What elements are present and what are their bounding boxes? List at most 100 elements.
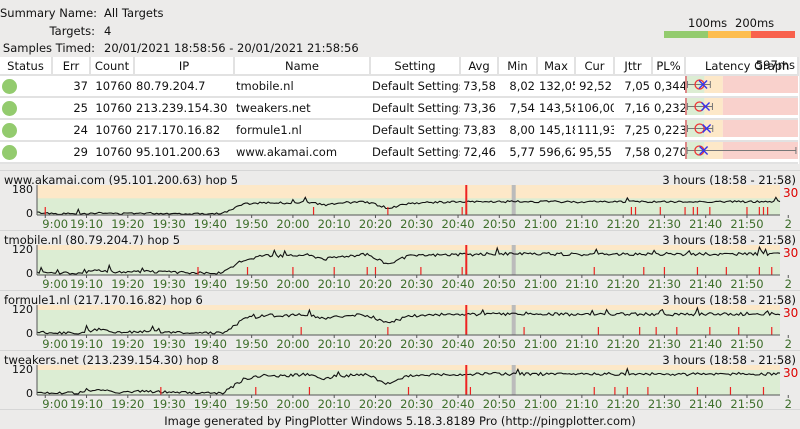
x-tick-label: 19:30 (153, 277, 186, 291)
col-setting[interactable]: Setting (370, 57, 461, 76)
gap-marker (511, 245, 516, 275)
latency-chart[interactable]: 1200309:00 19:10 19:20 19:30 19:40 19:50 20:00… (0, 351, 800, 411)
gap-marker (511, 305, 516, 335)
legend-100ms: 100ms (688, 16, 728, 30)
x-tick-label: 20:20 (359, 337, 392, 351)
ip-cell: 80.79.204.7 (134, 75, 234, 98)
summary-name: All Targets (104, 6, 164, 20)
x-tick-label: 21:40 (689, 337, 722, 351)
name-cell: formule1.nl (234, 119, 370, 142)
x-tick-label: 21:00 (524, 337, 557, 351)
latency-panel[interactable]: formule1.nl (217.170.16.82) hop 63 hours… (0, 290, 800, 351)
latency-chart[interactable]: 180 0 30 9:00 19:10 19:20 19:30 19:40 19:50 20:00… (0, 171, 800, 231)
x-tick-label: 2 (785, 217, 792, 231)
latency-panel[interactable]: tmobile.nl (80.79.204.7) hop 53 hours (1… (0, 230, 800, 291)
table-row[interactable]: 37 10760 80.79.204.7 tmobile.nl Default … (0, 75, 798, 98)
avg-cell: 73,83 (460, 119, 498, 142)
avg-cell: 73,36 (460, 97, 498, 120)
x-tick-label: 19:50 (235, 217, 268, 231)
col-max[interactable]: Max (537, 57, 576, 76)
gap-marker (511, 365, 516, 395)
legend-200ms: 200ms (735, 16, 775, 30)
status-cell (0, 97, 52, 120)
x-tick-label: 19:10 (70, 277, 103, 291)
x-tick-label: 21:40 (689, 277, 722, 291)
col-avg[interactable]: Avg (460, 57, 499, 76)
min-cell: 8,00 (498, 119, 537, 142)
max-cell: 145,18 (537, 119, 575, 142)
x-tick-label: 20:30 (400, 337, 433, 351)
col-status[interactable]: Status (0, 57, 53, 76)
x-tick-label: 20:20 (359, 277, 392, 291)
x-tick-label: 9:00 (42, 277, 68, 291)
table-row[interactable]: 25 10760 213.239.154.30 tweakers.net Def… (0, 97, 798, 120)
err-cell: 25 (52, 97, 90, 120)
count-cell: 10760 (90, 97, 134, 120)
x-tick-label: 19:40 (194, 277, 227, 291)
setting-cell: Default Settings (370, 119, 460, 142)
latency-panel[interactable]: tweakers.net (213.239.154.30) hop 83 hou… (0, 350, 800, 411)
status-cell (0, 75, 52, 98)
x-tick-label: 19:50 (235, 277, 268, 291)
x-tick-label: 21:20 (607, 277, 640, 291)
col-min[interactable]: Min (498, 57, 538, 76)
name-cell: www.akamai.com (234, 141, 370, 164)
loss-scale-label: 30 (783, 366, 798, 380)
x-tick-label: 21:10 (565, 277, 598, 291)
col-latency-graph[interactable]: Latency Graph 597ms (685, 57, 799, 76)
name-cell: tmobile.nl (234, 75, 370, 98)
y-tick-label: 0 (26, 327, 33, 340)
footer-credit: Image generated by PingPlotter Windows 5… (0, 409, 800, 428)
pl-cell: 0,270 (652, 141, 685, 164)
count-cell: 10760 (90, 119, 134, 142)
status-ok-icon (2, 144, 17, 160)
pl-cell: 0,223 (652, 119, 685, 142)
col-pl[interactable]: PL% (652, 57, 686, 76)
col-name[interactable]: Name (234, 57, 371, 76)
x-tick-label: 2 (785, 337, 792, 351)
samples-range: 20/01/2021 18:58:56 - 20/01/2021 21:58:5… (104, 41, 359, 55)
table-header: Status Err Count IP Name Setting Avg Min… (0, 57, 799, 76)
setting-cell: Default Settings (370, 141, 460, 164)
targets-table: Status Err Count IP Name Setting Avg Min… (0, 57, 799, 164)
latency-mini-graph (685, 119, 798, 142)
status-cell (0, 141, 52, 164)
pl-cell: 0,232 (652, 97, 685, 120)
col-jttr[interactable]: Jttr (614, 57, 653, 76)
x-tick-label: 19:10 (70, 217, 103, 231)
x-tick-label: 20:20 (359, 217, 392, 231)
x-tick-label: 21:50 (730, 277, 763, 291)
latency-chart[interactable]: 1200309:00 19:10 19:20 19:30 19:40 19:50 20:00… (0, 231, 800, 291)
x-tick-label: 9:00 (42, 337, 68, 351)
min-cell: 5,77 (498, 141, 537, 164)
col-err[interactable]: Err (52, 57, 91, 76)
setting-cell: Default Settings (370, 97, 460, 120)
jttr-cell: 7,05 (614, 75, 652, 98)
latency-panel[interactable]: www.akamai.com (95.101.200.63) hop 53 ho… (0, 170, 800, 231)
cur-cell: 106,00 (575, 97, 614, 120)
jttr-cell: 7,16 (614, 97, 652, 120)
x-tick-label: 9:00 (42, 217, 68, 231)
col-ip[interactable]: IP (134, 57, 235, 76)
table-row[interactable]: 24 10760 217.170.16.82 formule1.nl Defau… (0, 119, 798, 142)
x-tick-label: 20:30 (400, 277, 433, 291)
setting-cell: Default Settings (370, 75, 460, 98)
x-tick-label: 19:30 (153, 217, 186, 231)
x-tick-label: 20:50 (483, 277, 516, 291)
table-row[interactable]: 29 10760 95.101.200.63 www.akamai.com De… (0, 141, 798, 164)
y-tick-label: 120 (12, 363, 33, 376)
x-tick-label: 19:50 (235, 337, 268, 351)
count-cell: 10760 (90, 141, 134, 164)
x-tick-label: 21:40 (689, 217, 722, 231)
x-tick-label: 21:30 (648, 337, 681, 351)
x-tick-label: 21:00 (524, 217, 557, 231)
loss-scale-label: 30 (783, 306, 798, 320)
x-tick-label: 19:20 (111, 337, 144, 351)
latency-mini-graph (685, 97, 798, 120)
col-cur[interactable]: Cur (575, 57, 615, 76)
col-count[interactable]: Count (90, 57, 135, 76)
latency-chart[interactable]: 1200309:00 19:10 19:20 19:30 19:40 19:50 20:00… (0, 291, 800, 351)
cur-cell: 95,55 (575, 141, 614, 164)
summary-name-label: Summary Name: (0, 6, 98, 20)
status-ok-icon (2, 122, 17, 138)
